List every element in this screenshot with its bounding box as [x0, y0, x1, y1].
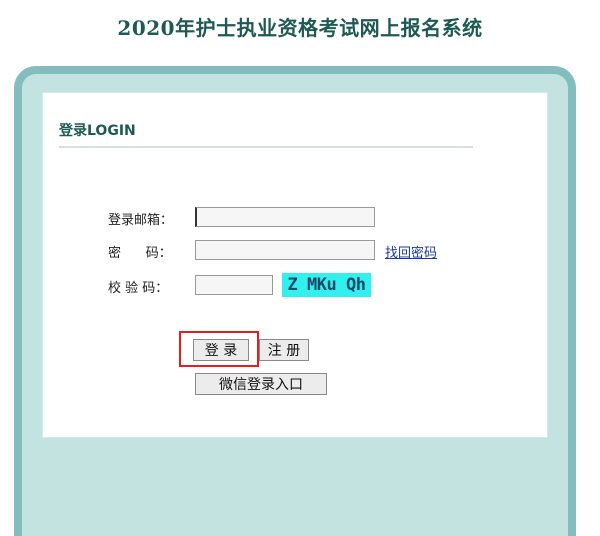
- register-button[interactable]: 注 册: [259, 339, 309, 361]
- panel-heading: 登录LOGIN: [59, 123, 136, 139]
- email-input[interactable]: [195, 207, 375, 227]
- forgot-password-link[interactable]: 找回密码: [385, 242, 437, 261]
- captcha-label: 校 验 码：: [108, 281, 169, 296]
- heading-divider: [59, 146, 473, 148]
- captcha-input[interactable]: [195, 275, 273, 295]
- page-title: 2020年护士执业资格考试网上报名系统: [117, 16, 483, 40]
- captcha-image[interactable]: Z MKu Qh: [282, 273, 371, 297]
- password-input[interactable]: [195, 240, 375, 260]
- wechat-login-button[interactable]: 微信登录入口: [195, 373, 327, 395]
- login-panel: 登录LOGIN 登录邮箱： 密 码： 找回密码 校 验 码： Z MKu Qh …: [42, 92, 548, 438]
- login-button[interactable]: 登 录: [193, 339, 249, 361]
- password-label: 密 码：: [108, 246, 172, 261]
- email-label: 登录邮箱：: [108, 213, 174, 228]
